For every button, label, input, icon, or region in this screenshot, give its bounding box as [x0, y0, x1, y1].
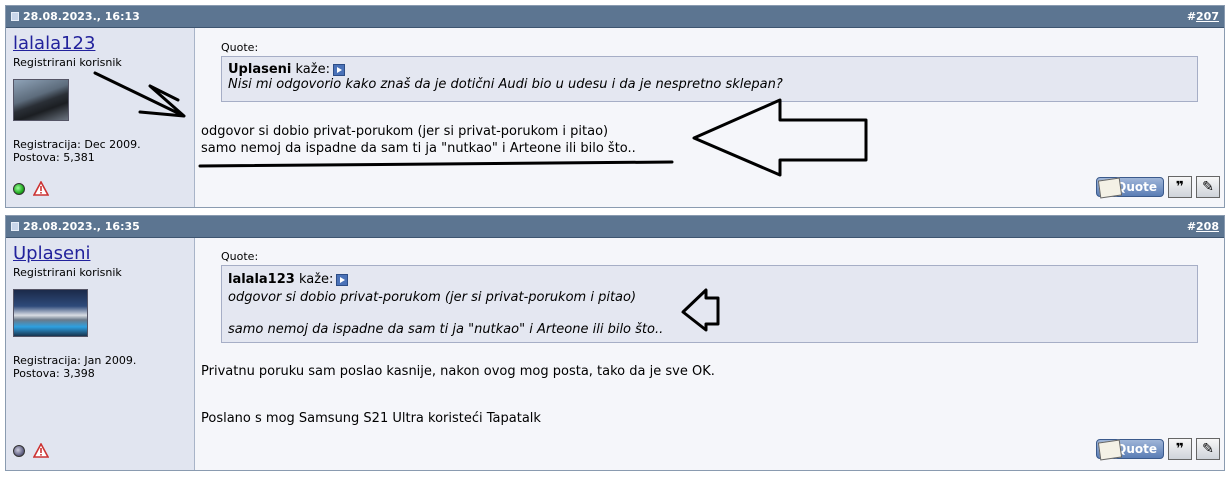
- annotation-overlay: [93, 71, 868, 332]
- annotation-arrow-diagonal: [93, 71, 186, 118]
- annotation-underline: [198, 160, 674, 168]
- annotation-big-arrow: [692, 98, 868, 177]
- annotation-small-arrow: [681, 288, 720, 332]
